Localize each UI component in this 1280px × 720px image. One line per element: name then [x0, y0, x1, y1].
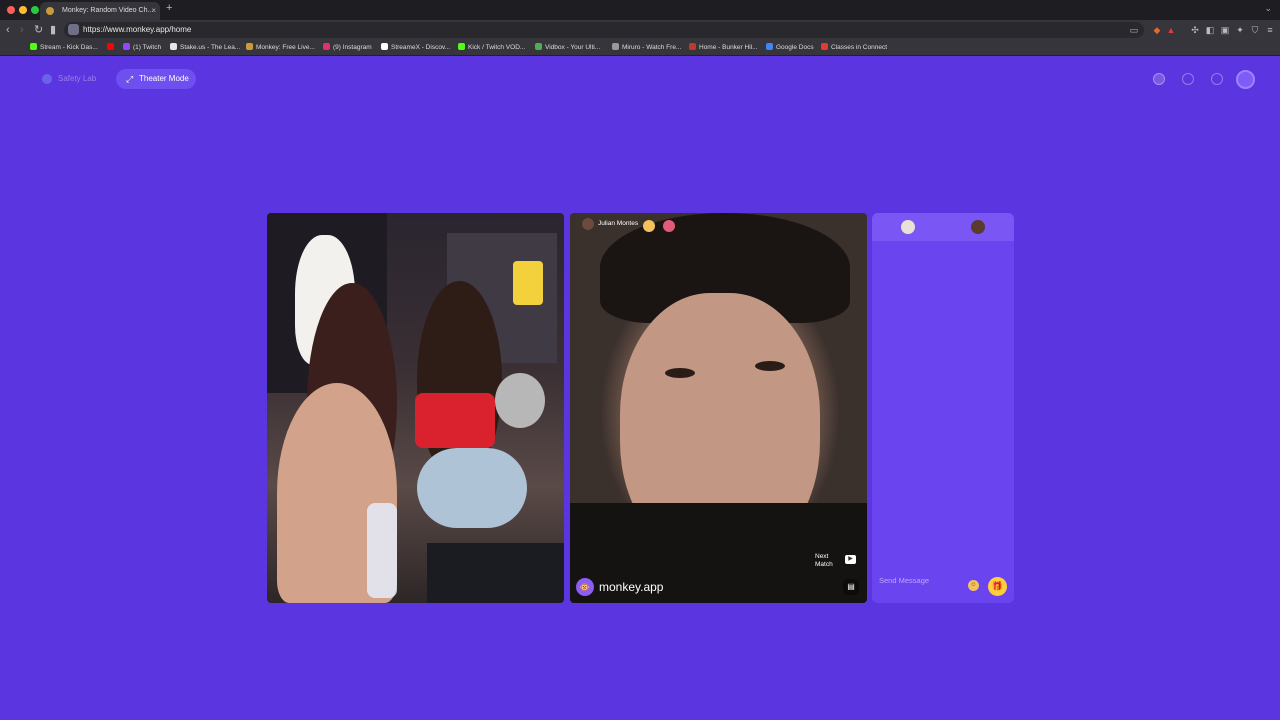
theater-mode-button[interactable]: ⤢ Theater Mode [116, 69, 196, 89]
address-bar[interactable] [64, 22, 1144, 38]
spongebob-figure [513, 261, 543, 305]
person-right-jeans [417, 448, 527, 528]
chat-panel [872, 213, 1014, 603]
stake-favicon-icon [170, 43, 177, 50]
remote-right-eye [755, 361, 785, 371]
bookmark-bunker-hill[interactable]: Home - Bunker Hil... [689, 43, 758, 53]
bookmark-streamex[interactable]: StreameX - Discov... [381, 43, 450, 53]
back-icon[interactable]: ‹ [6, 23, 10, 37]
zoom-window-button[interactable] [31, 6, 39, 14]
theater-mode-label: Theater Mode [139, 74, 189, 83]
extensions-icon[interactable]: ✣ [1190, 25, 1200, 35]
water-bottle [367, 503, 397, 598]
history-icon[interactable] [1182, 73, 1194, 85]
desk-keyboard [427, 543, 564, 603]
monkey-app-watermark: 🐵 monkey.app [576, 577, 663, 597]
monkey-logo-icon: 🐵 [576, 578, 594, 596]
brand-label: monkey.app [599, 580, 664, 594]
kick-favicon-icon [458, 43, 465, 50]
forward-icon[interactable]: › [20, 23, 24, 37]
next-match-button[interactable]: Next Match ▶ [809, 551, 859, 571]
bunker-hill-favicon-icon [689, 43, 696, 50]
kick-favicon-icon [30, 43, 37, 50]
chat-header [872, 213, 1014, 241]
miruro-favicon-icon [612, 43, 619, 50]
next-icon: ▶ [845, 555, 856, 564]
instagram-favicon-icon [323, 43, 330, 50]
twitch-favicon-icon [123, 43, 130, 50]
remote-video-feed [570, 213, 867, 603]
streamex-favicon-icon [381, 43, 388, 50]
chat-toggle-button[interactable]: ▤ [843, 579, 859, 595]
new-tab-button[interactable]: + [166, 2, 172, 14]
tab-list-chevron-icon[interactable]: ⌄ [1264, 3, 1272, 14]
bookmark-instagram[interactable]: (9) Instagram [323, 43, 372, 53]
coins-icon[interactable] [1153, 73, 1165, 85]
google-docs-favicon-icon [766, 43, 773, 50]
safety-lab-label: Safety Lab [58, 74, 97, 83]
safety-lab-button[interactable]: Safety Lab [36, 69, 100, 89]
tab-title: Monkey: Random Video Ch... [62, 7, 154, 14]
remote-user-avatar [582, 218, 594, 230]
emoji-icon[interactable]: ☺ [968, 580, 979, 591]
person-right-shirt [415, 393, 495, 448]
reload-icon[interactable]: ↻ [34, 23, 43, 37]
tab-close-icon[interactable]: × [151, 2, 156, 20]
microphone [495, 373, 545, 428]
local-video-feed [267, 213, 564, 603]
browser-tab-monkey[interactable]: Monkey: Random Video Ch... × [40, 2, 160, 20]
bookmark-youtube[interactable] [107, 43, 117, 53]
bookmark-google-docs[interactable]: Google Docs [766, 43, 814, 53]
url-text[interactable]: https://www.monkey.app/home [83, 24, 191, 36]
gift-icon[interactable]: 🎁 [988, 577, 1007, 596]
bookmark-kick[interactable]: Stream - Kick Das... [30, 43, 98, 53]
remote-user-name: Julian Montes [598, 220, 639, 227]
tab-search-icon[interactable]: ▭ [1129, 25, 1139, 35]
brave-shield-icon[interactable]: ◆ [1152, 25, 1162, 35]
vidbox-favicon-icon [535, 43, 542, 50]
expand-icon: ⤢ [126, 74, 134, 84]
connect-favicon-icon [821, 43, 828, 50]
monkey-favicon-icon [246, 43, 253, 50]
close-window-button[interactable] [7, 6, 15, 14]
leo-ai-icon[interactable]: ✦ [1235, 25, 1245, 35]
remote-left-eye [665, 368, 695, 378]
wallet-icon[interactable]: ▣ [1220, 25, 1230, 35]
bookmark-kick-twitch-vod[interactable]: Kick / Twitch VOD... [458, 43, 525, 53]
browser-tab-strip: Monkey: Random Video Ch... × + ⌄ [0, 0, 1280, 20]
remote-user-tag[interactable]: Julian Montes [582, 217, 644, 231]
message-input[interactable]: Send Message [879, 576, 929, 586]
bookmark-monkey[interactable]: Monkey: Free Live... [246, 43, 315, 53]
bookmark-icon[interactable]: ▮ [50, 23, 56, 37]
profile-avatar[interactable] [1236, 70, 1255, 89]
minimize-window-button[interactable] [19, 6, 27, 14]
monkey-favicon-icon [46, 7, 54, 15]
gold-badge-icon[interactable] [643, 220, 655, 232]
bookmark-vidbox[interactable]: Vidbox - Your Ulti... [535, 43, 600, 53]
remote-user-chat-avatar[interactable] [971, 220, 985, 234]
bookmark-classes-in-connect[interactable]: Classes in Connect [821, 43, 887, 53]
vpn-icon[interactable]: ⛉ [1250, 25, 1260, 35]
bookmark-miruro[interactable]: Miruro - Watch Fre... [612, 43, 681, 53]
bookmark-stake[interactable]: Stake.us - The Lea... [170, 43, 240, 53]
messages-icon[interactable] [1211, 73, 1223, 85]
local-user-avatar[interactable] [901, 220, 915, 234]
safety-lab-icon [42, 74, 52, 84]
site-info-icon[interactable] [68, 24, 79, 35]
menu-icon[interactable]: ≡ [1265, 25, 1275, 35]
heart-badge-icon[interactable] [663, 220, 675, 232]
brave-rewards-icon[interactable]: ▲ [1166, 25, 1176, 35]
bookmark-twitch[interactable]: (1) Twitch [123, 43, 161, 53]
youtube-favicon-icon [107, 43, 114, 50]
sidebar-icon[interactable]: ◧ [1205, 25, 1215, 35]
